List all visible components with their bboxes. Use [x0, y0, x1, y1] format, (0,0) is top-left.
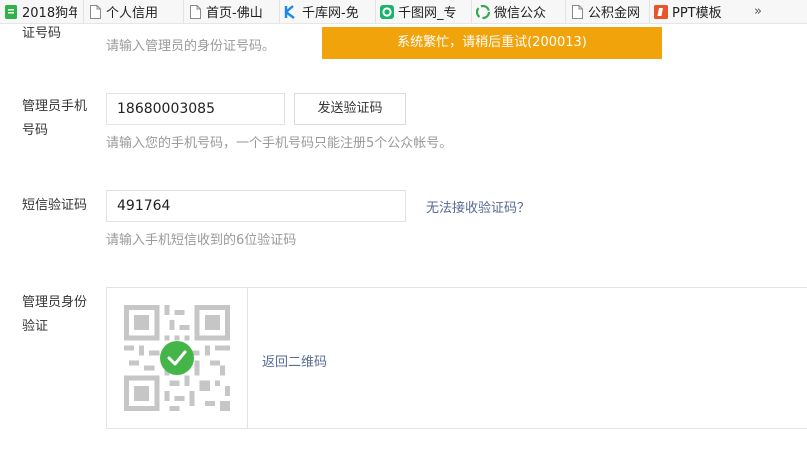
cannot-receive-code-link[interactable]: 无法接收验证码？ — [426, 197, 530, 216]
bookmark-item[interactable]: 首页-佛山 — [184, 0, 280, 23]
bookmark-label: PPT模板 — [672, 6, 722, 21]
bookmark-label: 千库网-免 — [302, 6, 359, 21]
phone-input[interactable]: 18680003085 — [106, 93, 285, 125]
back-to-qr-link[interactable]: 返回二维码 — [262, 351, 327, 370]
bookmark-item[interactable]: PPT模板 — [650, 0, 742, 23]
wechat-icon — [476, 4, 490, 19]
page-icon — [88, 4, 102, 19]
sms-code-hint: 请输入手机短信收到的6位验证码 — [106, 233, 297, 248]
more-bookmarks-button[interactable]: » — [742, 4, 762, 19]
bookmark-item[interactable]: 千库网-免 — [280, 0, 376, 23]
qr-code-area — [107, 288, 248, 428]
page-icon — [570, 4, 584, 19]
identity-label-line2: 验证 — [22, 319, 49, 334]
identity-verify-label: 管理员身份 验证 — [22, 291, 87, 339]
bookmark-item[interactable]: 公积金网 — [566, 0, 650, 23]
bookmark-item[interactable]: 个人信用 — [84, 0, 184, 23]
bookmark-label: 微信公众 — [494, 6, 547, 21]
id-number-label: 证号码 — [22, 26, 62, 41]
bookmarks-bar: 2018狗年 个人信用 首页-佛山 千库网-免 千图网_专 微信公众 公积金网 … — [0, 0, 807, 24]
qianku-logo-icon — [284, 4, 298, 19]
send-code-button[interactable]: 发送验证码 — [294, 93, 406, 125]
error-toast: 系统繁忙，请稍后重试(200013) — [322, 27, 662, 59]
qiantu-logo-icon — [380, 4, 394, 19]
bookmark-label: 2018狗年 — [22, 6, 77, 21]
sms-code-input[interactable]: 491764 — [106, 190, 406, 222]
bookmark-label: 千图网_专 — [398, 6, 457, 21]
bookmark-item[interactable]: 2018狗年 — [0, 0, 84, 23]
bookmark-item[interactable]: 千图网_专 — [376, 0, 472, 23]
phone-label: 管理员手机 号码 — [22, 95, 87, 143]
identity-verify-box: 返回二维码 — [106, 287, 807, 429]
bookmark-label: 个人信用 — [106, 6, 159, 21]
bookmark-item[interactable]: 微信公众 — [472, 0, 566, 23]
phone-label-line1: 管理员手机 — [22, 99, 88, 114]
page-icon — [188, 4, 202, 19]
green-doc-icon — [4, 4, 18, 19]
bookmark-label: 首页-佛山 — [206, 6, 263, 21]
bookmark-label: 公积金网 — [588, 6, 641, 21]
id-number-hint: 请输入管理员的身份证号码。 — [106, 39, 276, 54]
success-check-icon — [160, 341, 194, 375]
sms-code-label: 短信验证码 — [22, 198, 88, 213]
identity-label-line1: 管理员身份 — [22, 295, 88, 310]
phone-hint: 请输入您的手机号码，一个手机号码只能注册5个公众帐号。 — [106, 136, 453, 151]
phone-label-line2: 号码 — [22, 123, 49, 138]
ppt-icon — [654, 4, 668, 19]
